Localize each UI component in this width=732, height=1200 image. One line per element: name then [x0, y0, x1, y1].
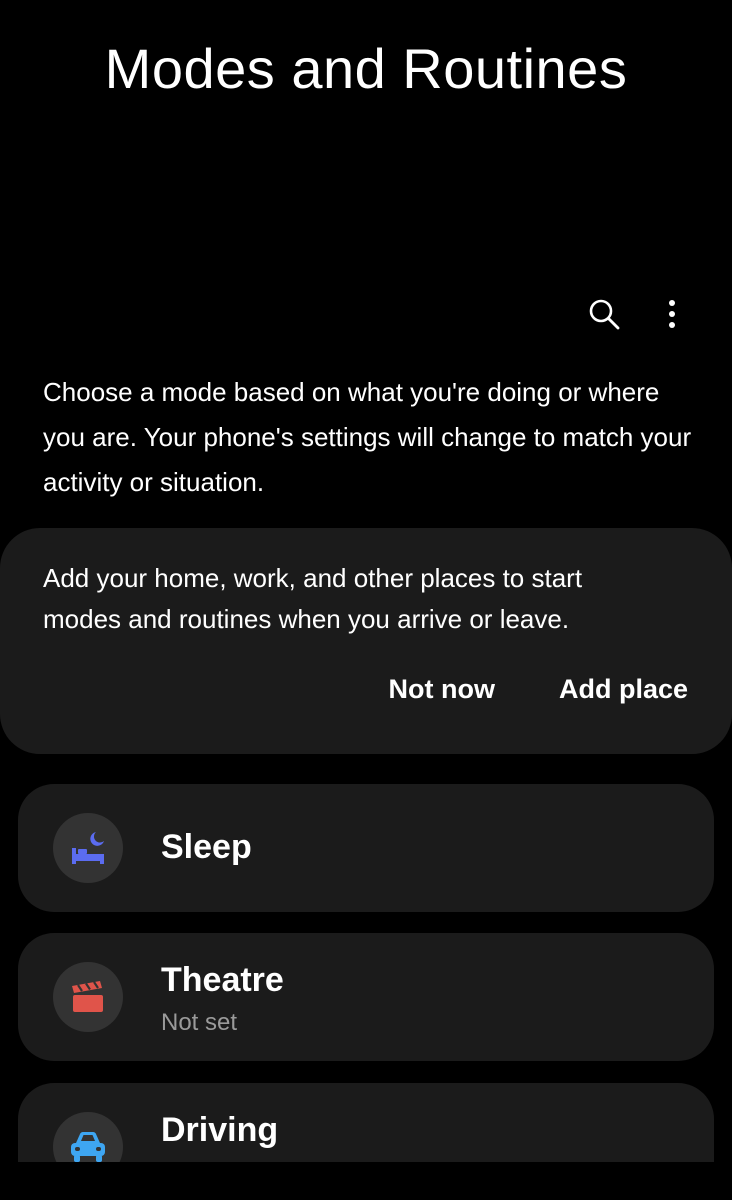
mode-status: Not set: [161, 1009, 238, 1036]
add-place-actions: Not now Add place: [388, 674, 688, 705]
mode-name: Sleep: [161, 828, 252, 866]
mode-item-theatre[interactable]: Theatre Not set: [18, 933, 714, 1061]
screen-bottom-edge: [0, 1162, 732, 1200]
add-place-button[interactable]: Add place: [559, 674, 688, 705]
add-place-message: Add your home, work, and other places to…: [43, 563, 583, 634]
not-now-button[interactable]: Not now: [388, 674, 494, 705]
mode-name: Theatre: [161, 961, 284, 999]
more-vertical-icon[interactable]: [652, 294, 692, 334]
clapperboard-icon: [53, 962, 123, 1032]
mode-item-sleep[interactable]: Sleep: [18, 784, 714, 912]
mode-name: Driving: [161, 1111, 279, 1149]
intro-description: Choose a mode based on what you're doing…: [43, 377, 692, 497]
add-place-card: Add your home, work, and other places to…: [0, 528, 732, 754]
search-icon[interactable]: [584, 294, 624, 334]
screen: Modes and Routines Choose a mode based o…: [0, 0, 732, 1200]
toolbar: [584, 294, 692, 334]
bed-moon-icon: [53, 813, 123, 883]
page-title: Modes and Routines: [104, 37, 628, 100]
